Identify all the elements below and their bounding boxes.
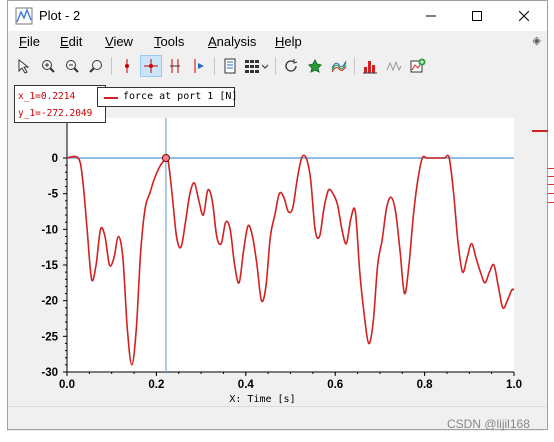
- background-window-edge-bottom: [0, 431, 554, 442]
- window-title: Plot - 2: [39, 8, 81, 23]
- watermark: CSDN @lijil168: [447, 417, 530, 431]
- crosshair-cursor-button[interactable]: [140, 55, 162, 77]
- cursor-readout: x_1=0.2214 y_1=-272.2049: [14, 85, 106, 123]
- cursor-y-value: y_1=-272.2049: [18, 108, 93, 119]
- zoom-out-button[interactable]: [61, 55, 83, 77]
- y-tick-label: -25: [41, 331, 58, 343]
- y-tick-label: -15: [41, 260, 58, 272]
- grid-layout-icon: [245, 60, 269, 73]
- toolbar: [8, 53, 547, 79]
- series-line-force: [66, 154, 515, 366]
- x-tick-label: 0.8: [417, 379, 434, 391]
- external-legend-line: [532, 130, 548, 132]
- zoom-in-button[interactable]: [37, 55, 59, 77]
- refresh-icon: [285, 59, 298, 72]
- waveform-icon: [386, 60, 402, 72]
- toolbar-separator: [275, 57, 276, 75]
- delta-cursor-button[interactable]: [188, 55, 210, 77]
- y-tick-label: -5: [48, 189, 59, 201]
- toolbar-separator: [111, 57, 112, 75]
- vertical-cursor-button[interactable]: [116, 55, 138, 77]
- data-table-button[interactable]: [219, 55, 241, 77]
- menu-view[interactable]: View: [105, 34, 133, 49]
- y-tick-label: -20: [41, 296, 58, 308]
- zoom-in-icon: [42, 60, 55, 73]
- histogram-icon: [363, 61, 377, 74]
- close-icon: [519, 11, 529, 21]
- pin-window-icon[interactable]: ◈: [533, 34, 541, 47]
- maximize-icon: [472, 11, 482, 21]
- maximize-button[interactable]: [454, 1, 500, 31]
- double-cursor-button[interactable]: [164, 55, 186, 77]
- cursor-marker: [161, 154, 170, 162]
- menu-edit[interactable]: Edit: [60, 34, 82, 49]
- toolbar-separator: [354, 57, 355, 75]
- plot-area[interactable]: 0 -5 -10 -15 -20 -25 -30 0.0 0.2 0.4 0.6 0.8 1.0 X: T…: [8, 80, 547, 406]
- y-tick-label: 0: [52, 153, 58, 165]
- spectrum-button[interactable]: [328, 55, 350, 77]
- data-table-icon: [224, 58, 236, 74]
- x-tick-label: 0.0: [59, 379, 75, 391]
- menu-file[interactable]: File: [19, 34, 40, 49]
- add-plot-button[interactable]: [407, 55, 429, 77]
- menu-help[interactable]: Help: [275, 34, 302, 49]
- zoom-out-icon: [66, 60, 79, 73]
- plot-app-icon: [15, 7, 33, 25]
- y-tick-label: -10: [41, 224, 58, 236]
- histogram-button[interactable]: [359, 55, 381, 77]
- x-axis-label: X: Time [s]: [229, 394, 295, 405]
- delta-cursor-icon: [194, 59, 204, 73]
- minimize-icon: [426, 15, 436, 17]
- waveform-button[interactable]: [383, 55, 405, 77]
- x-tick-label: 0.6: [327, 379, 343, 391]
- spectrum-icon: [331, 60, 347, 73]
- close-button[interactable]: [501, 1, 547, 31]
- select-button[interactable]: [13, 55, 35, 77]
- cursor-x-value: x_1=0.2214: [18, 91, 76, 102]
- vertical-cursor-icon: [125, 59, 129, 73]
- menu-tools[interactable]: Tools: [154, 34, 184, 49]
- select-icon: [18, 58, 30, 74]
- x-tick-label: 0.2: [148, 379, 164, 391]
- y-tick-label: -30: [41, 367, 58, 379]
- menu-bar: File Edit View Tools Analysis Help ◈: [8, 31, 547, 53]
- minimize-button[interactable]: [408, 1, 454, 31]
- pin-icon: [308, 58, 322, 73]
- refresh-button[interactable]: [280, 55, 302, 77]
- legend-label: force at port 1 [N]: [123, 91, 238, 102]
- double-cursor-icon: [170, 59, 180, 73]
- zoom-reset-icon: [89, 60, 102, 73]
- title-bar[interactable]: Plot - 2: [8, 1, 547, 31]
- toolbar-separator: [214, 57, 215, 75]
- legend[interactable]: force at port 1 [N]: [97, 87, 238, 107]
- zoom-reset-button[interactable]: [85, 55, 107, 77]
- marker-button[interactable]: [304, 55, 326, 77]
- grid-layout-dropdown[interactable]: [243, 55, 271, 77]
- force-chart[interactable]: 0 -5 -10 -15 -20 -25 -300.0 0.2 0.4 0.6 0.8 1.0 X: T…: [8, 80, 547, 406]
- legend-swatch: [104, 97, 118, 99]
- add-plot-icon: [410, 58, 426, 73]
- menu-analysis[interactable]: Analysis: [208, 34, 256, 49]
- x-tick-label: 1.0: [506, 379, 522, 391]
- plot-window: Plot - 2 File Edit View Tools Analysis H…: [7, 0, 548, 430]
- crosshair-cursor-icon: [144, 59, 158, 73]
- x-tick-label: 0.4: [238, 379, 255, 391]
